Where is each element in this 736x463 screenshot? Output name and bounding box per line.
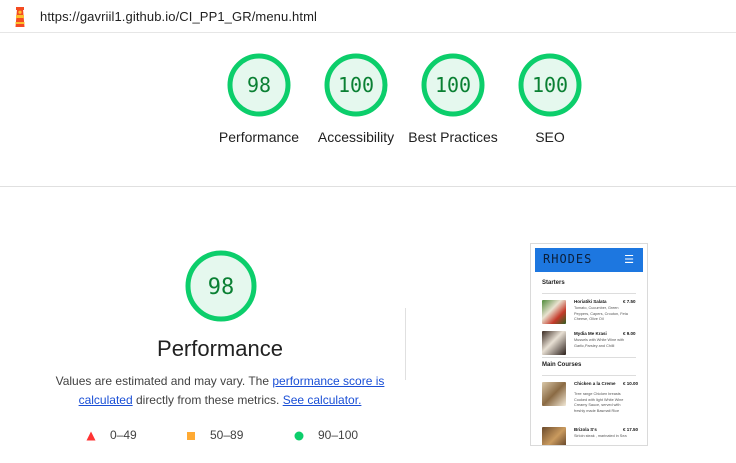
hamburger-icon: ☰	[624, 254, 634, 266]
item-description: Sirloin steak , marinated in Sea	[574, 434, 627, 438]
gauge-score: 100	[532, 73, 568, 97]
performance-description: Values are estimated and may vary. The p…	[50, 372, 390, 410]
main-score: 98	[208, 275, 235, 300]
food-image	[542, 427, 566, 445]
item-description: Tomato, Cucumber, Green Peppers, Capers,…	[574, 306, 628, 322]
triangle-icon	[86, 431, 96, 441]
item-name: Brizola S's	[574, 427, 597, 432]
preview-header: RHODES ☰	[535, 248, 643, 272]
gauge-label-performance: Performance	[218, 129, 300, 145]
gauge-seo[interactable]: 100	[517, 52, 583, 118]
food-image	[542, 300, 566, 324]
see-calculator-link[interactable]: See calculator.	[283, 393, 362, 407]
item-price: € 7.50	[623, 299, 636, 304]
item-name: Chicken a la Creme	[574, 381, 616, 386]
gauge-score: 100	[435, 73, 471, 97]
page-screenshot-preview[interactable]: RHODES ☰ Starters Horiatiki Salata € 7.5…	[530, 243, 648, 446]
preview-section-title: Starters	[542, 280, 565, 286]
item-description: Mussels with White Wine with Garlic,Pars…	[574, 338, 625, 348]
browser-address-bar: https://gavriil1.github.io/CI_PP1_GR/men…	[0, 0, 736, 33]
item-price: € 17.50	[623, 427, 639, 432]
gauge-label-best-practices: Best Practices	[408, 129, 498, 145]
preview-brand: RHODES	[543, 252, 593, 266]
preview-rule	[542, 357, 636, 358]
item-name: Horiatiki Salata	[574, 299, 607, 304]
legend-range: 0–49	[110, 428, 137, 442]
preview-rule	[542, 293, 636, 294]
vertical-divider	[405, 308, 406, 380]
gauge-score: 98	[247, 73, 271, 97]
item-price: € 10.00	[623, 381, 639, 386]
gauge-performance[interactable]: 98	[226, 52, 292, 118]
item-price: € 9.00	[623, 331, 636, 336]
page-url[interactable]: https://gavriil1.github.io/CI_PP1_GR/men…	[40, 9, 317, 24]
description-text: Values are estimated and may vary. The	[55, 374, 273, 388]
item-name: Mydia Me Krasi	[574, 331, 607, 336]
square-icon	[187, 432, 195, 440]
item-description: Tree range Chicken breasts Cooked with l…	[574, 392, 624, 413]
gauge-label-seo: SEO	[535, 129, 565, 145]
legend-range: 50–89	[210, 428, 244, 442]
main-performance-gauge: 98	[185, 250, 257, 322]
lighthouse-icon	[15, 7, 25, 27]
legend-range: 90–100	[318, 428, 359, 442]
preview-rule	[542, 375, 636, 376]
performance-title: Performance	[157, 336, 283, 361]
section-divider	[0, 186, 736, 187]
gauge-label-accessibility: Accessibility	[317, 129, 395, 145]
food-image	[542, 331, 566, 355]
gauge-score: 100	[338, 73, 374, 97]
preview-section-title: Main Courses	[542, 362, 582, 368]
circle-icon	[294, 431, 304, 441]
gauge-best-practices[interactable]: 100	[420, 52, 486, 118]
food-image	[542, 382, 566, 406]
gauge-accessibility[interactable]: 100	[323, 52, 389, 118]
description-text: directly from these metrics.	[132, 393, 283, 407]
